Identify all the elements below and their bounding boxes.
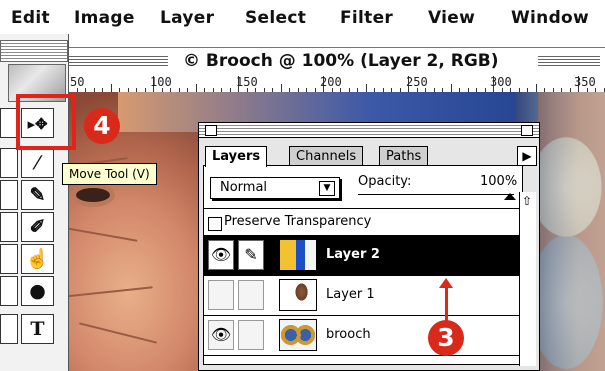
palette-zoom-box[interactable] (521, 125, 533, 136)
smudge-tool[interactable]: ☝ (21, 244, 54, 274)
palette-menu-button[interactable]: ▶ (517, 146, 537, 166)
ruler-label: 250 (406, 75, 428, 89)
eye-icon: 👁 (210, 325, 232, 344)
opacity-slider-thumb[interactable] (504, 193, 516, 200)
stamp-tool[interactable] (0, 244, 18, 274)
menu-image[interactable]: Image (74, 8, 135, 28)
crop-tool[interactable] (0, 180, 18, 210)
ruler-tick (110, 84, 112, 92)
brush-tool[interactable]: ✎ (21, 180, 54, 210)
layers-scrollbar[interactable]: ⇧ (519, 192, 536, 366)
type-icon: T (30, 318, 45, 340)
palette-close-box[interactable] (205, 125, 217, 136)
blend-mode-value: Normal (220, 180, 268, 195)
menu-filter[interactable]: Filter (340, 8, 393, 28)
blend-mode-select[interactable]: Normal ▼ (210, 177, 340, 199)
ruler-tick (535, 84, 537, 92)
triangle-right-icon: ▶ (522, 149, 532, 163)
pen-tool[interactable] (0, 314, 18, 344)
menu-view[interactable]: View (428, 8, 475, 28)
portrait-detail (78, 322, 158, 344)
tab-layers[interactable]: Layers (205, 146, 268, 167)
layer-paint-toggle[interactable] (238, 280, 264, 310)
portrait-eye (76, 188, 110, 202)
step-3-badge: 3 (428, 320, 464, 356)
brush-icon: ✎ (29, 184, 46, 206)
ruler-label: 350 (574, 75, 596, 89)
document-title-bar[interactable]: © Brooch @ 100% (Layer 2, RGB) (18, 47, 605, 76)
smudge-icon: ☝ (25, 248, 50, 270)
toolbox: ▸✥ ⁄ ✎ ✐ ☝ ● T (0, 34, 69, 371)
ruler-label: 150 (236, 75, 258, 89)
annotation-arrow (445, 283, 448, 324)
layer-row-layer-2[interactable]: 👁 ✎ Layer 2 (204, 236, 522, 276)
preserve-transparency-label: Preserve Transparency (224, 214, 372, 229)
ruler-label: 50 (70, 75, 85, 89)
eraser-tool[interactable] (0, 212, 18, 242)
brush-icon: ✎ (244, 245, 258, 264)
layer-row-brooch[interactable]: 👁 brooch (204, 316, 522, 356)
arrow-up-icon (439, 278, 453, 288)
move-tool-highlight (16, 94, 76, 150)
divider (204, 208, 522, 209)
menu-window[interactable]: Window (511, 8, 589, 28)
horizontal-ruler: 50 100 150 200 250 300 350 (68, 75, 605, 93)
document-title: © Brooch @ 100% (Layer 2, RGB) (174, 50, 508, 72)
step-4-badge: 4 (84, 108, 120, 144)
layer-visibility-toggle[interactable]: 👁 (208, 320, 234, 350)
menu-bar: Edit Image Layer Select Filter View Wind… (0, 0, 605, 34)
layer-thumbnail (279, 319, 317, 351)
ruler-label: 100 (150, 75, 172, 89)
ruler-tick (280, 84, 282, 92)
palette-title-bar[interactable] (199, 123, 539, 138)
ruler-tick (450, 84, 452, 92)
move-tool-tooltip: Move Tool (V) (62, 163, 157, 185)
layer-paint-toggle[interactable] (238, 320, 264, 350)
title-bar-stripes (68, 54, 168, 68)
toolbox-title-bar[interactable] (0, 40, 68, 62)
pencil-tool[interactable]: ✐ (21, 212, 54, 242)
ruler-tick (365, 84, 367, 92)
preserve-transparency-checkbox[interactable] (208, 217, 222, 231)
layer-name: brooch (326, 327, 371, 342)
ruler-tick (195, 84, 197, 92)
layer-name: Layer 2 (326, 247, 380, 262)
menu-layer[interactable]: Layer (160, 8, 214, 28)
tab-channels[interactable]: Channels (289, 146, 364, 166)
burn-tool[interactable]: ● (21, 276, 54, 306)
lasso-tool[interactable] (0, 148, 18, 178)
eyedropper-icon: ⁄ (35, 152, 40, 174)
type-tool[interactable]: T (21, 314, 54, 344)
layers-panel-body: Normal ▼ Opacity: 100% Preserve Transpar… (203, 165, 523, 365)
opacity-value: 100% (480, 174, 518, 189)
layers-palette: Layers Channels Paths ▶ Normal ▼ Opacity… (198, 122, 540, 371)
layer-name: Layer 1 (326, 287, 375, 302)
menu-edit[interactable]: Edit (11, 8, 50, 28)
pencil-icon: ✐ (29, 216, 46, 238)
opacity-slider[interactable] (358, 194, 514, 195)
tab-paths[interactable]: Paths (379, 146, 429, 166)
layer-thumbnail (279, 279, 317, 311)
layer-visibility-toggle[interactable]: 👁 (208, 240, 234, 270)
burn-icon: ● (29, 280, 46, 302)
layer-visibility-toggle[interactable] (208, 280, 234, 310)
blur-tool[interactable] (0, 276, 18, 306)
layer-thumbnail (279, 239, 317, 271)
title-bar-stripes (538, 54, 600, 68)
menu-select[interactable]: Select (245, 8, 306, 28)
layer-row-layer-1[interactable]: Layer 1 (204, 276, 522, 316)
eye-icon: 👁 (210, 245, 232, 264)
layer-paint-toggle[interactable]: ✎ (238, 240, 264, 270)
opacity-label: Opacity: (358, 174, 412, 189)
ruler-label: 300 (490, 75, 512, 89)
chevron-down-icon: ▼ (319, 181, 335, 196)
scroll-up-arrow-icon[interactable]: ⇧ (521, 195, 533, 207)
ruler-label: 200 (320, 75, 342, 89)
eyedropper-tool[interactable]: ⁄ (21, 148, 54, 178)
